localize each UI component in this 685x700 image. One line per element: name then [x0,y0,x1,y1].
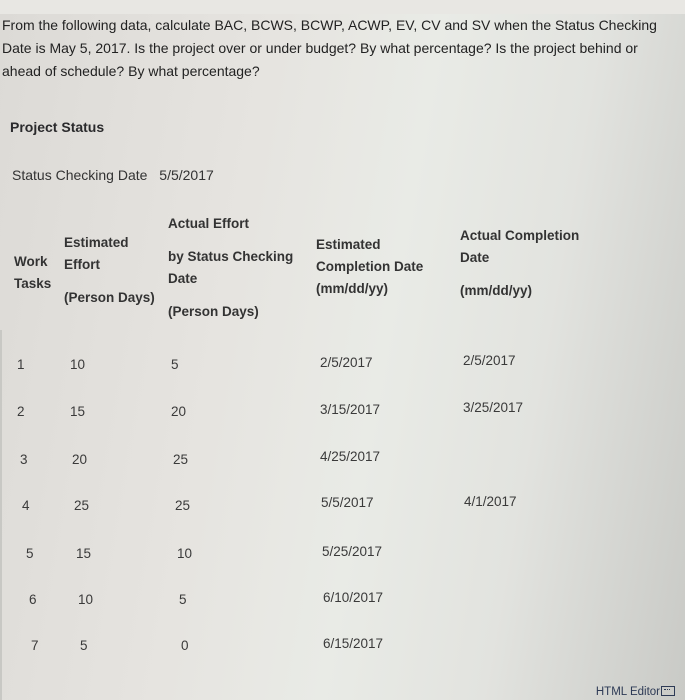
header-line: Tasks [14,276,52,291]
cell-task: 6 [29,592,37,607]
cell-task: 5 [26,546,34,561]
editor-left-border [0,330,2,700]
cell-estimated-completion: 4/25/2017 [320,449,381,464]
cell-actual-completion: 2/5/2017 [463,353,516,368]
cell-estimated-effort: 10 [78,592,94,607]
cell-estimated-effort: 15 [76,546,92,561]
cell-estimated-completion: 5/5/2017 [321,495,374,510]
header-line: Effort [64,257,100,272]
cell-task: 3 [20,452,28,467]
cell-actual-effort: 0 [181,638,189,653]
status-value: 5/5/2017 [159,167,214,183]
cell-actual-effort: 5 [179,592,187,607]
cell-estimated-effort: 5 [80,638,88,653]
header-line: (mm/dd/yy) [316,281,389,296]
cell-task: 2 [17,404,25,419]
cell-actual-completion: 4/1/2017 [464,494,517,509]
cell-task: 4 [22,498,30,513]
cell-estimated-effort: 15 [70,404,86,419]
header-line: Date [460,250,490,265]
header-actual-effort: Actual Effort by Status Checking Date (P… [168,213,293,323]
header-line: (Person Days) [64,290,155,305]
cell-estimated-completion: 6/15/2017 [323,636,384,651]
header-work-tasks: Work Tasks [14,251,51,295]
header-line: Estimated [64,235,129,250]
header-line: Completion Date [316,259,424,274]
header-line: (mm/dd/yy) [460,283,533,298]
cell-estimated-effort: 25 [74,498,90,513]
cell-actual-effort: 5 [171,357,179,372]
header-line: by Status Checking [168,249,294,264]
cell-actual-effort: 10 [177,546,193,561]
header-actual-completion: Actual Completion Date (mm/dd/yy) [460,225,579,302]
cell-actual-effort: 25 [175,498,191,513]
status-checking-date: Status Checking Date 5/5/2017 [12,167,214,183]
header-line: Work [14,254,48,269]
cell-estimated-completion: 6/10/2017 [323,590,384,605]
cell-estimated-completion: 3/15/2017 [320,402,381,417]
header-estimated-effort: Estimated Effort (Person Days) [64,232,155,309]
section-title: Project Status [10,119,105,135]
cell-actual-effort: 25 [173,452,189,467]
header-line: Actual Effort [168,216,249,231]
cell-estimated-effort: 20 [72,452,88,467]
cell-estimated-completion: 2/5/2017 [320,355,373,370]
cell-task: 7 [31,638,39,653]
cell-task: 1 [17,357,25,372]
top-strip [0,0,685,14]
html-editor-toggle[interactable]: HTML Editor [596,686,675,698]
header-line: Date [168,271,198,286]
header-line: Actual Completion [460,228,580,243]
cell-actual-completion: 3/25/2017 [463,400,524,415]
header-line: Estimated [316,237,381,252]
html-editor-label[interactable]: HTML Editor [596,686,660,698]
question-text: From the following data, calculate BAC, … [2,17,657,79]
keyboard-icon[interactable] [661,686,675,696]
cell-actual-effort: 20 [171,404,187,419]
status-label: Status Checking Date [12,167,148,183]
header-estimated-completion: Estimated Completion Date (mm/dd/yy) [316,234,423,300]
cell-estimated-effort: 10 [70,357,86,372]
cell-estimated-completion: 5/25/2017 [322,544,383,559]
header-line: (Person Days) [168,304,259,319]
